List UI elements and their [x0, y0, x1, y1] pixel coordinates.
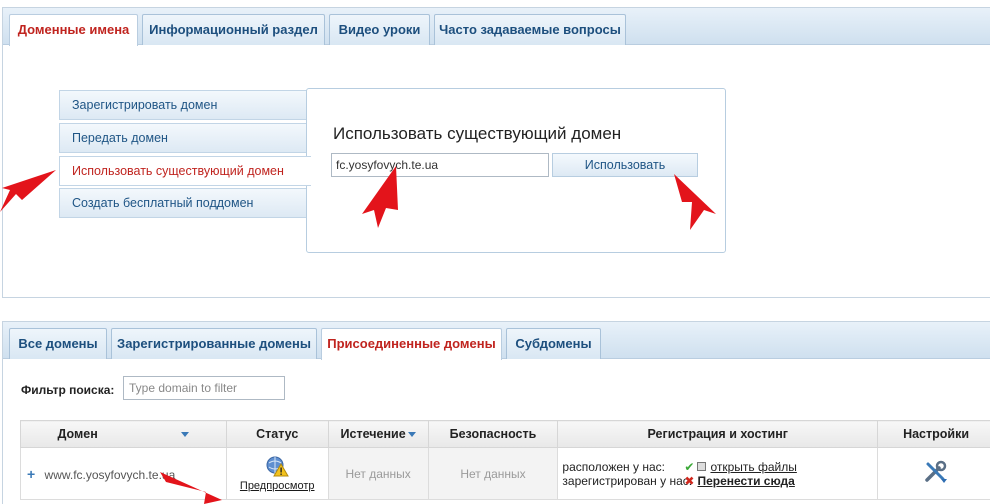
hosted-label: расположен у нас:: [562, 459, 665, 474]
registered-row: зарегистрирован у нас: ✖ Перенести сюда: [562, 474, 877, 488]
open-files-link[interactable]: открыть файлы: [710, 460, 796, 474]
column-header-expiry[interactable]: Истечение: [327, 420, 429, 448]
file-icon: [697, 462, 707, 471]
plus-icon[interactable]: +: [27, 466, 35, 482]
table-header-row: Домен Статус Истечение Безопасность Реги…: [20, 420, 990, 448]
status-cell: Предпросмотр: [225, 447, 329, 500]
domains-table: Домен Статус Истечение Безопасность Реги…: [20, 420, 990, 500]
tab-info-section[interactable]: Информационный раздел: [142, 14, 325, 45]
column-header-security: Безопасность: [427, 420, 559, 448]
check-icon: ✔: [684, 459, 695, 474]
column-header-registration-hosting: Регистрация и хостинг: [557, 420, 879, 448]
tab-attached-domains[interactable]: Присоединенные домены: [321, 328, 502, 360]
tab-all-domains[interactable]: Все домены: [9, 328, 107, 359]
tab-video-lessons[interactable]: Видео уроки: [329, 14, 430, 45]
registered-label: зарегистрирован у нас:: [562, 473, 693, 488]
tab-registered-domains[interactable]: Зарегистрированные домены: [111, 328, 317, 359]
column-header-domain[interactable]: Домен: [20, 420, 227, 448]
filter-label: Фильтр поиска:: [21, 383, 115, 397]
sidebar-item-transfer-domain[interactable]: Передать домен: [59, 123, 309, 153]
hosted-row: расположен у нас: ✔ открыть файлы: [562, 460, 877, 474]
expiry-cell: Нет данных: [327, 447, 429, 500]
domain-prefix: www.: [44, 467, 74, 482]
domain-name: fc.yosyfovych.te.ua: [73, 467, 176, 482]
preview-link[interactable]: Предпросмотр: [240, 480, 315, 492]
sort-arrow-icon[interactable]: [407, 432, 416, 438]
sidebar-item-create-free-subdomain[interactable]: Создать бесплатный поддомен: [59, 188, 309, 218]
top-tabbar: Доменные имена Информационный раздел Вид…: [3, 8, 990, 46]
use-existing-domain-form: Использовать существующий домен Использо…: [306, 88, 726, 253]
tab-subdomains[interactable]: Субдомены: [506, 328, 601, 359]
domain-names-panel: Доменные имена Информационный раздел Вид…: [2, 7, 990, 298]
sidebar-item-use-existing-domain[interactable]: Использовать существующий домен: [59, 156, 311, 186]
tab-faq[interactable]: Часто задаваемые вопросы: [434, 14, 626, 45]
column-header-label: Истечение: [340, 427, 406, 441]
column-header-label: Домен: [57, 427, 98, 441]
domain-input[interactable]: [331, 153, 549, 177]
sort-arrow-icon[interactable]: [181, 432, 190, 438]
cross-icon: ✖: [684, 473, 695, 488]
registration-hosting-cell: расположен у нас: ✔ открыть файлы зареги…: [557, 447, 879, 500]
table-row: + www.fc.yosyfovych.te.ua Предпросмотр Н…: [20, 447, 990, 500]
domain-list-panel: Все домены Зарегистрированные домены При…: [2, 321, 990, 504]
column-header-status: Статус: [225, 420, 329, 448]
sidebar-item-register-domain[interactable]: Зарегистрировать домен: [59, 90, 309, 120]
security-cell: Нет данных: [427, 447, 559, 500]
preview-warning-icon[interactable]: [265, 455, 290, 477]
transfer-here-link[interactable]: Перенести сюда: [697, 474, 794, 488]
settings-tools-icon[interactable]: [923, 459, 949, 485]
filter-input[interactable]: [123, 376, 285, 400]
domain-cell: + www.fc.yosyfovych.te.ua: [20, 447, 227, 500]
use-domain-button[interactable]: Использовать: [552, 153, 698, 177]
bottom-tabbar: Все домены Зарегистрированные домены При…: [3, 322, 990, 360]
settings-cell: [877, 447, 990, 500]
form-title: Использовать существующий домен: [333, 124, 622, 143]
column-header-settings: Настройки: [877, 420, 990, 448]
tab-domain-names[interactable]: Доменные имена: [9, 14, 138, 46]
